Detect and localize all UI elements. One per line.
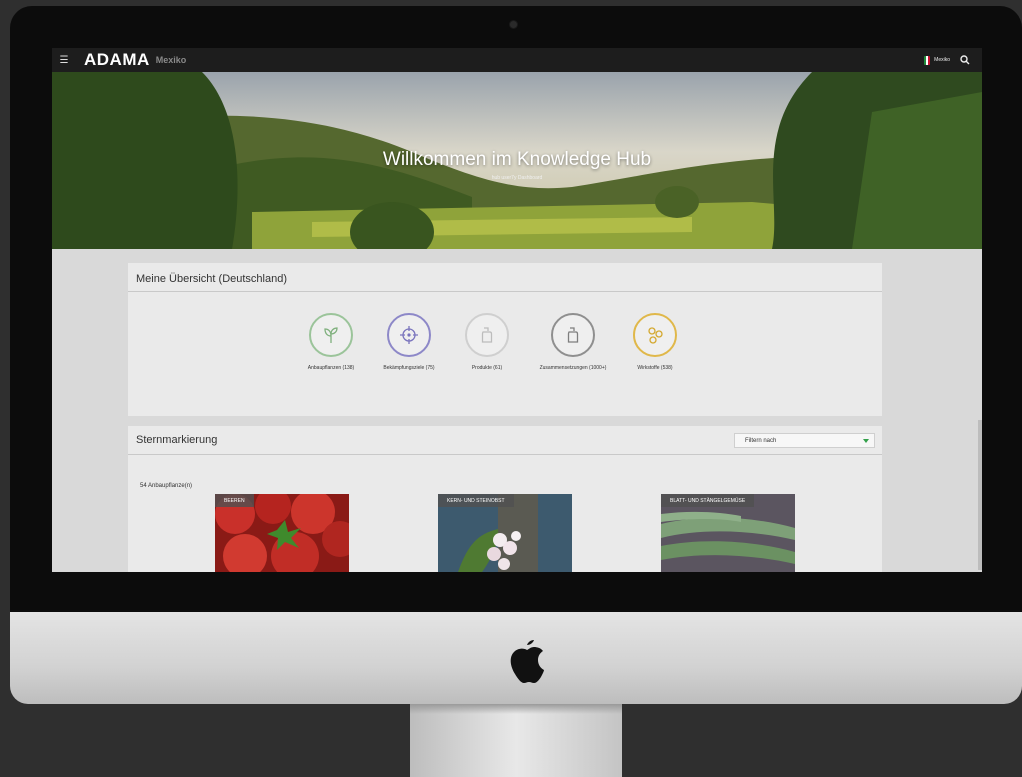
overview-panel: Meine Übersicht (Deutschland) Anbaupflan… [128, 263, 882, 416]
crosshair-icon [387, 313, 431, 357]
card-category-tag: BEEREN [215, 494, 254, 507]
hero-subtitle: hub user7y Dashboard [491, 175, 543, 181]
filter-dropdown[interactable]: Filtern nach [734, 433, 875, 448]
stand-shadow [410, 704, 622, 714]
camera-dot [510, 21, 517, 28]
stat-label: Wirkstoffe (538) [637, 365, 673, 371]
crop-card-berries[interactable]: BEEREN [215, 494, 349, 572]
stat-crops[interactable]: Anbaupflanzen (138) [288, 313, 374, 372]
device-stand [410, 704, 622, 777]
starred-title: Sternmarkierung [136, 434, 218, 446]
filter-label: Filtern nach [745, 437, 777, 444]
search-icon[interactable] [958, 53, 972, 67]
card-category-tag: BLATT- UND STÄNGELGEMÜSE [661, 494, 755, 507]
stat-products[interactable]: Produkte (61) [444, 313, 530, 372]
crop-card-pome-stone-fruit[interactable]: KERN- UND STEINOBST [438, 494, 572, 572]
topbar-actions: Mexiko [924, 53, 982, 67]
overview-title: Meine Übersicht (Deutschland) [136, 273, 288, 285]
stat-active-ingredients[interactable]: Wirkstoffe (538) [612, 313, 698, 372]
region-label: Mexiko [155, 55, 187, 65]
bottle-icon [551, 313, 595, 357]
country-selector[interactable]: Mexiko [924, 55, 950, 65]
card-category-tag: KERN- UND STEINOBST [438, 494, 514, 507]
stat-targets[interactable]: Bekämpfungsziele (75) [366, 313, 452, 372]
crop-card-leaf-stem-vegetables[interactable]: BLATT- UND STÄNGELGEMÜSE [661, 494, 795, 572]
starred-panel: Sternmarkierung Filtern nach 54 Anbaupfl… [128, 426, 882, 572]
stat-label: Anbaupflanzen (138) [307, 365, 355, 371]
hero-title: Willkommen im Knowledge Hub [382, 149, 652, 170]
divider [128, 291, 882, 292]
molecule-icon [633, 313, 677, 357]
page-scrollbar[interactable] [978, 420, 982, 570]
hero-banner: Willkommen im Knowledge Hub hub user7y D… [52, 72, 982, 249]
hamburger-menu-icon[interactable]: ☰ [52, 48, 76, 72]
apple-logo-icon [510, 640, 544, 683]
brand-logo[interactable]: ADAMA [84, 50, 150, 70]
sprout-icon [309, 313, 353, 357]
divider [128, 454, 882, 455]
crop-count-label: 54 Anbaupflanze(n) [140, 483, 193, 489]
bottle-icon [465, 313, 509, 357]
stat-label: Produkte (61) [471, 365, 503, 371]
stat-label: Bekämpfungsziele (75) [383, 365, 435, 371]
chevron-down-icon [863, 439, 869, 443]
stat-compositions[interactable]: Zusammensetzungen (1000+) [530, 313, 616, 372]
app-screen: ☰ ADAMA Mexiko Mexiko Willkommen im Know… [52, 48, 982, 572]
top-navigation-bar: ☰ ADAMA Mexiko Mexiko [52, 48, 982, 72]
country-label: Mexiko [934, 57, 950, 63]
stat-label: Zusammensetzungen (1000+) [539, 365, 607, 371]
mexico-flag-icon [924, 55, 931, 65]
